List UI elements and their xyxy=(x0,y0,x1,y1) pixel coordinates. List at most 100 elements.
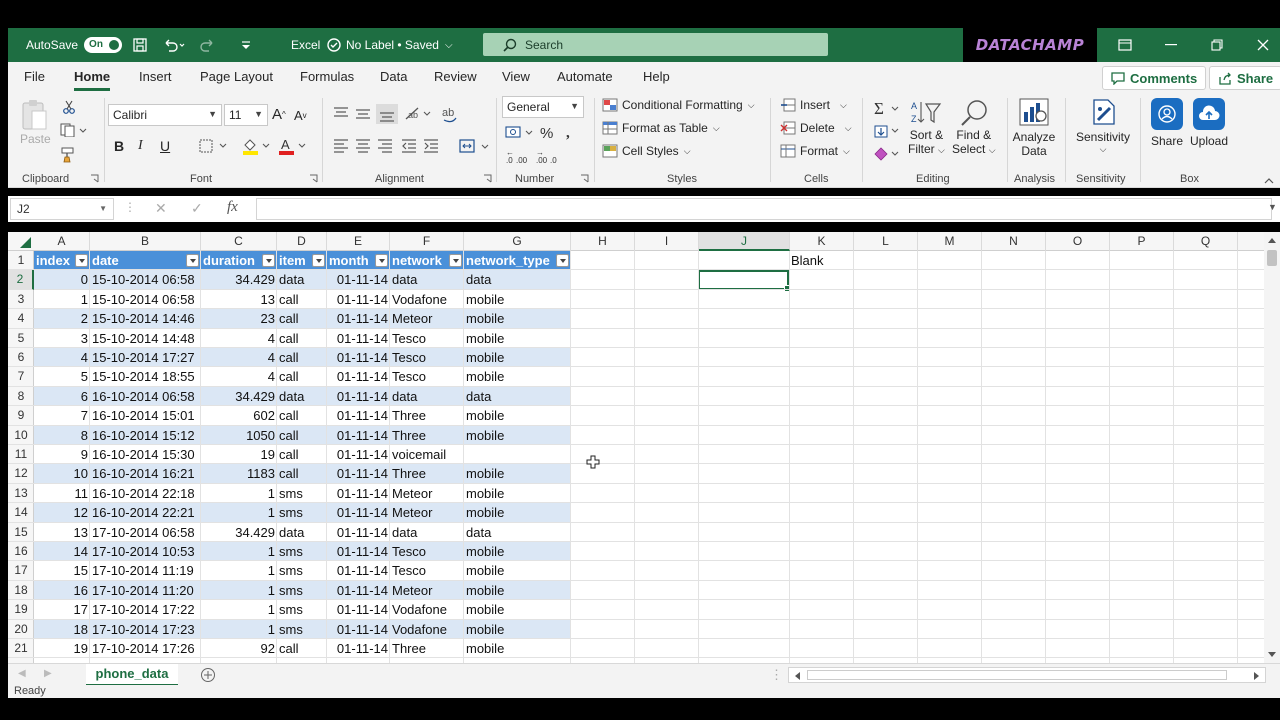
tab-formulas[interactable]: Formulas xyxy=(300,69,354,84)
table-cell[interactable]: call xyxy=(277,367,327,386)
filter-dropdown-icon[interactable] xyxy=(312,254,325,267)
row-header-20[interactable]: 20 xyxy=(8,620,34,639)
table-cell[interactable]: 01-11-14 xyxy=(327,464,390,483)
column-header-q[interactable]: Q xyxy=(1174,232,1238,251)
table-cell[interactable]: 92 xyxy=(201,639,277,658)
row-header-15[interactable]: 15 xyxy=(8,523,34,542)
table-cell[interactable]: 16-10-2014 15:01 xyxy=(90,406,201,425)
table-cell[interactable]: 01-11-14 xyxy=(327,581,390,600)
table-cell[interactable]: data xyxy=(390,387,464,406)
table-cell[interactable]: 17 xyxy=(34,600,90,619)
table-cell[interactable]: 15-10-2014 18:55 xyxy=(90,367,201,386)
table-cell[interactable]: Meteor xyxy=(390,309,464,328)
table-header-cell[interactable]: network_type xyxy=(464,251,556,270)
table-cell[interactable]: call xyxy=(277,445,327,464)
table-cell[interactable]: 4 xyxy=(34,348,90,367)
table-cell[interactable]: 17-10-2014 10:53 xyxy=(90,542,201,561)
column-header-b[interactable]: B xyxy=(90,232,201,251)
table-cell[interactable]: 8 xyxy=(34,426,90,445)
analyze-data-button[interactable]: Analyze Data xyxy=(1012,96,1056,158)
dialog-launcher-icon[interactable] xyxy=(309,174,318,183)
horizontal-scrollbar[interactable] xyxy=(788,667,1266,683)
table-cell[interactable]: 10 xyxy=(34,464,90,483)
filter-dropdown-icon[interactable] xyxy=(75,254,88,267)
font-size-select[interactable]: 11 ▼ xyxy=(224,104,268,126)
font-name-select[interactable]: Calibri ▼ xyxy=(108,104,222,126)
table-cell[interactable]: sms xyxy=(277,581,327,600)
table-cell[interactable]: 14 xyxy=(34,542,90,561)
table-cell[interactable]: voicemail xyxy=(390,445,464,464)
decrease-font-icon[interactable]: Av xyxy=(294,108,307,123)
table-cell[interactable]: call xyxy=(277,329,327,348)
table-cell[interactable]: 6 xyxy=(34,387,90,406)
table-cell[interactable]: mobile xyxy=(464,581,571,600)
table-cell[interactable]: 16-10-2014 22:18 xyxy=(90,484,201,503)
table-cell[interactable]: sms xyxy=(277,503,327,522)
table-cell[interactable]: Tesco xyxy=(390,329,464,348)
table-cell[interactable]: mobile xyxy=(464,406,571,425)
table-cell[interactable]: call xyxy=(277,348,327,367)
table-cell[interactable]: Three xyxy=(390,426,464,445)
cell-k1[interactable]: Blank xyxy=(791,251,824,270)
column-header-n[interactable]: N xyxy=(982,232,1046,251)
row-header-12[interactable]: 12 xyxy=(8,464,34,484)
table-cell[interactable]: 01-11-14 xyxy=(327,445,390,464)
vertical-align-icons[interactable]: ab ab xyxy=(332,104,462,124)
table-cell[interactable]: 01-11-14 xyxy=(327,620,390,639)
row-header-9[interactable]: 9 xyxy=(8,406,34,426)
editing-small-icons[interactable]: Σ xyxy=(872,98,902,170)
dialog-launcher-icon[interactable] xyxy=(580,174,589,183)
table-cell[interactable]: sms xyxy=(277,484,327,503)
tab-help[interactable]: Help xyxy=(643,69,670,84)
table-cell[interactable]: 1 xyxy=(201,484,277,503)
table-cell[interactable]: mobile xyxy=(464,620,571,639)
table-cell[interactable]: data xyxy=(390,270,464,289)
conditional-formatting-button[interactable]: Conditional Formatting ⌵ xyxy=(602,98,755,112)
table-cell[interactable]: 16-10-2014 22:21 xyxy=(90,503,201,522)
table-cell[interactable]: 16-10-2014 15:12 xyxy=(90,426,201,445)
table-cell[interactable]: 16 xyxy=(34,581,90,600)
table-cell[interactable]: 17-10-2014 17:22 xyxy=(90,600,201,619)
paste-button[interactable]: Paste xyxy=(20,98,51,146)
tab-insert[interactable]: Insert xyxy=(139,69,172,84)
table-cell[interactable]: sms xyxy=(277,542,327,561)
cancel-icon[interactable]: ✕ xyxy=(155,200,167,217)
delete-cells-button[interactable]: Delete ⌵ xyxy=(780,121,852,135)
table-cell[interactable]: 3 xyxy=(34,329,90,348)
column-header-g[interactable]: G xyxy=(464,232,571,251)
filter-dropdown-icon[interactable] xyxy=(556,254,569,267)
table-cell[interactable]: 01-11-14 xyxy=(327,561,390,580)
row-header-1[interactable]: 1 xyxy=(8,251,34,271)
table-cell[interactable]: mobile xyxy=(464,639,571,658)
table-cell[interactable]: 4 xyxy=(201,329,277,348)
table-cell[interactable]: 16-10-2014 06:58 xyxy=(90,387,201,406)
borders-icon[interactable] xyxy=(199,139,229,153)
column-header-i[interactable]: I xyxy=(635,232,699,251)
table-cell[interactable]: 16-10-2014 16:21 xyxy=(90,464,201,483)
table-header-cell[interactable]: month xyxy=(327,251,375,270)
sort-filter-button[interactable]: AZ Sort & Filter ⌵ xyxy=(908,98,945,156)
cut-icon[interactable] xyxy=(62,100,76,114)
add-sheet-icon[interactable] xyxy=(200,667,216,683)
comments-button[interactable]: Comments xyxy=(1102,66,1207,90)
row-header-14[interactable]: 14 xyxy=(8,503,34,523)
table-cell[interactable]: Vodafone xyxy=(390,600,464,619)
row-header-2[interactable]: 2 xyxy=(8,270,34,290)
row-header-21[interactable]: 21 xyxy=(8,639,34,659)
expand-formula-icon[interactable]: ▼ xyxy=(1268,202,1277,212)
table-cell[interactable]: Tesco xyxy=(390,561,464,580)
table-header-cell[interactable]: network xyxy=(390,251,449,270)
table-header-cell[interactable]: index xyxy=(34,251,75,270)
search-input[interactable]: Search xyxy=(483,33,828,56)
undo-icon[interactable] xyxy=(162,28,186,62)
tab-automate[interactable]: Automate xyxy=(557,69,613,84)
table-cell[interactable]: 34.429 xyxy=(201,523,277,542)
filter-dropdown-icon[interactable] xyxy=(262,254,275,267)
save-icon[interactable] xyxy=(132,28,148,62)
table-cell[interactable]: 01-11-14 xyxy=(327,600,390,619)
table-cell[interactable]: 1 xyxy=(201,561,277,580)
ribbon-display-icon[interactable] xyxy=(1102,28,1148,62)
table-cell[interactable]: 1 xyxy=(201,503,277,522)
underline-icon[interactable]: U xyxy=(160,138,170,154)
scroll-left-icon[interactable] xyxy=(793,671,801,681)
